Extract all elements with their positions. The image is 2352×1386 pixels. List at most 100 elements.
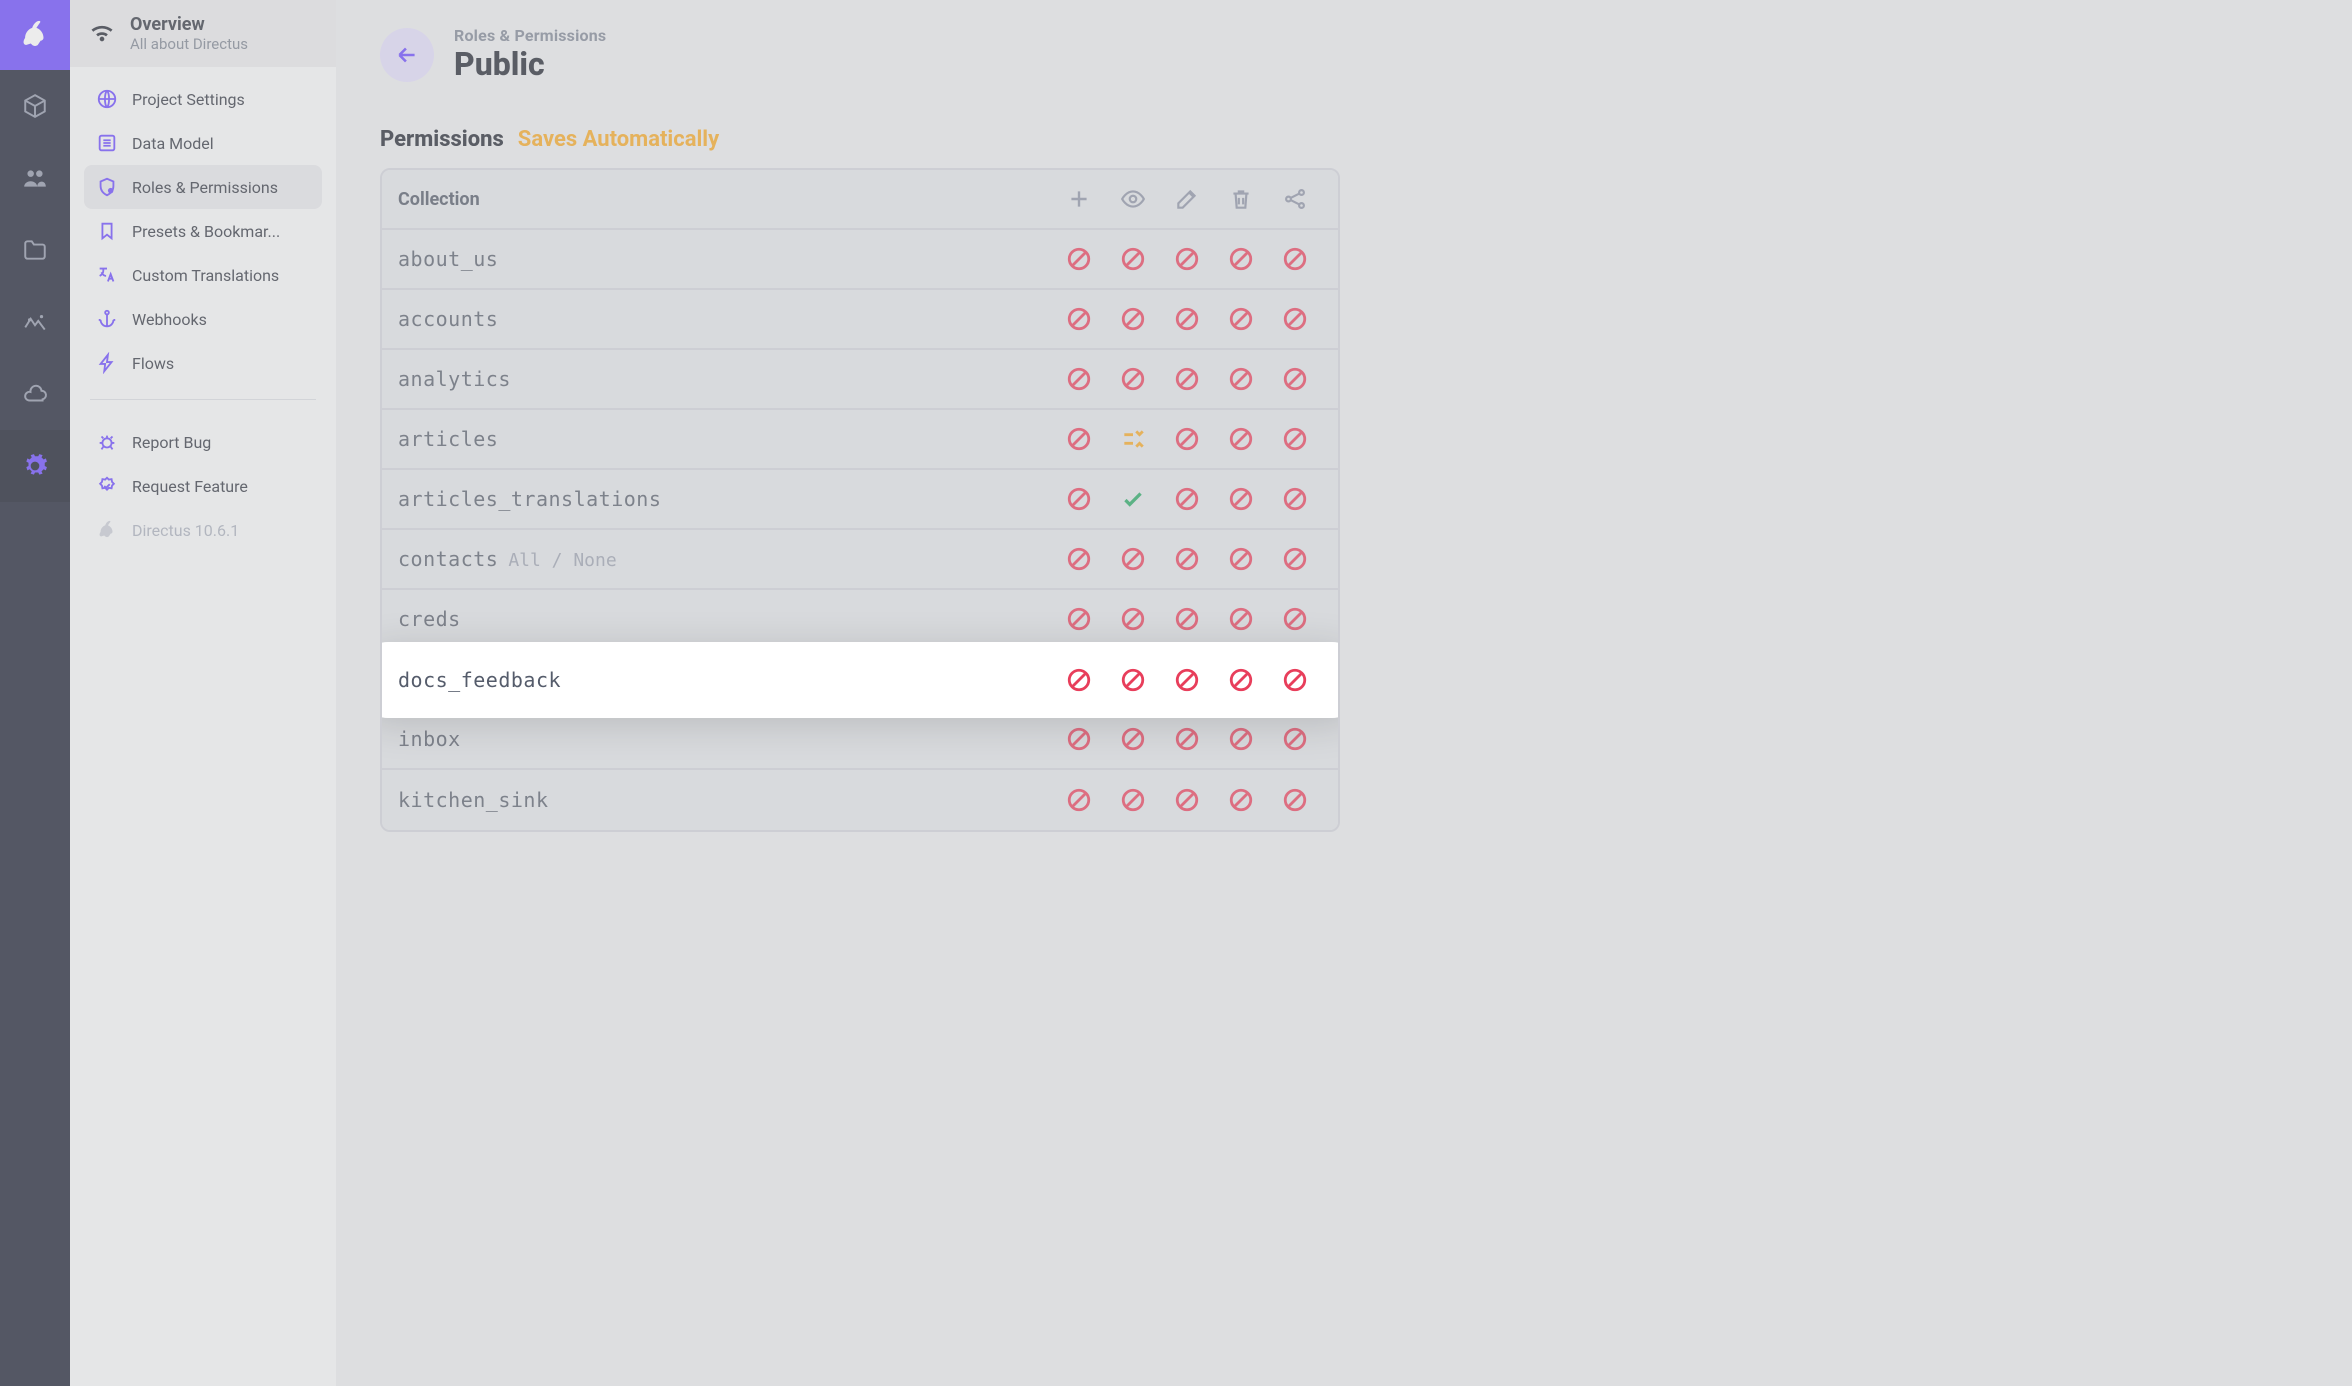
perm-read-deny[interactable] [1106, 592, 1160, 646]
module-files[interactable] [0, 214, 70, 286]
sidebar-item-flows[interactable]: Flows [84, 341, 322, 385]
sidebar-item-report-bug[interactable]: Report Bug [84, 420, 322, 464]
perm-update-deny[interactable] [1160, 532, 1214, 586]
perm-delete-deny[interactable] [1214, 292, 1268, 346]
perm-delete-deny[interactable] [1214, 352, 1268, 406]
perm-update-deny[interactable] [1160, 412, 1214, 466]
sidebar-subtitle: All about Directus [130, 35, 248, 53]
sidebar-item-roles-permissions[interactable]: Roles & Permissions [84, 165, 322, 209]
table-row[interactable]: articles [382, 410, 1338, 470]
perm-update-deny[interactable] [1160, 592, 1214, 646]
perm-delete-deny[interactable] [1214, 653, 1268, 707]
perm-share-deny[interactable] [1268, 532, 1322, 586]
perm-share-deny[interactable] [1268, 592, 1322, 646]
column-read-icon [1106, 172, 1160, 226]
collection-name: inbox [398, 727, 461, 751]
perm-delete-deny[interactable] [1214, 412, 1268, 466]
perm-read-deny[interactable] [1106, 712, 1160, 766]
sidebar-item-label: Presets & Bookmar... [132, 222, 280, 241]
perm-share-deny[interactable] [1268, 653, 1322, 707]
perm-update-deny[interactable] [1160, 712, 1214, 766]
module-cloud[interactable] [0, 358, 70, 430]
table-row[interactable]: kitchen_sink [382, 770, 1338, 830]
perm-delete-deny[interactable] [1214, 232, 1268, 286]
settings-sidebar: Overview All about Directus Project Sett… [70, 0, 336, 1386]
sidebar-title: Overview [130, 14, 248, 35]
main-content: Roles & Permissions Public Permissions S… [336, 0, 2352, 1386]
perm-delete-deny[interactable] [1214, 712, 1268, 766]
module-settings[interactable] [0, 430, 70, 502]
sidebar-item-label: Data Model [132, 134, 214, 153]
collection-name: contacts [398, 547, 498, 571]
perm-create-deny[interactable] [1052, 773, 1106, 827]
perm-update-deny[interactable] [1160, 773, 1214, 827]
sidebar-item-webhooks[interactable]: Webhooks [84, 297, 322, 341]
sidebar-divider [90, 399, 316, 400]
app-logo[interactable] [0, 0, 70, 70]
column-create-icon [1052, 172, 1106, 226]
collection-name: about_us [398, 247, 498, 271]
perm-delete-deny[interactable] [1214, 532, 1268, 586]
sidebar-item-data-model[interactable]: Data Model [84, 121, 322, 165]
perm-create-deny[interactable] [1052, 412, 1106, 466]
table-row[interactable]: contacts All / None [382, 530, 1338, 590]
perm-update-deny[interactable] [1160, 232, 1214, 286]
perm-delete-deny[interactable] [1214, 472, 1268, 526]
table-row[interactable]: accounts [382, 290, 1338, 350]
sidebar-item-label: Request Feature [132, 477, 248, 496]
perm-read-deny[interactable] [1106, 532, 1160, 586]
sidebar-item-request-feature[interactable]: Request Feature [84, 464, 322, 508]
perm-share-deny[interactable] [1268, 232, 1322, 286]
module-content[interactable] [0, 70, 70, 142]
perm-read-deny[interactable] [1106, 232, 1160, 286]
perm-update-deny[interactable] [1160, 352, 1214, 406]
perm-update-deny[interactable] [1160, 292, 1214, 346]
perm-create-deny[interactable] [1052, 232, 1106, 286]
table-row[interactable]: docs_feedback [382, 650, 1338, 710]
section-title: Permissions [380, 127, 504, 152]
perm-read-allow[interactable] [1106, 472, 1160, 526]
perm-create-deny[interactable] [1052, 532, 1106, 586]
back-button[interactable] [380, 28, 434, 82]
table-row[interactable]: articles_translations [382, 470, 1338, 530]
collection-name: kitchen_sink [398, 788, 549, 812]
perm-share-deny[interactable] [1268, 712, 1322, 766]
version-label: Directus 10.6.1 [70, 508, 336, 552]
sidebar-item-label: Report Bug [132, 433, 211, 452]
perm-create-deny[interactable] [1052, 653, 1106, 707]
module-users[interactable] [0, 142, 70, 214]
table-row[interactable]: creds [382, 590, 1338, 650]
sidebar-header[interactable]: Overview All about Directus [70, 0, 336, 67]
perm-read-deny[interactable] [1106, 653, 1160, 707]
perm-share-deny[interactable] [1268, 472, 1322, 526]
perm-update-deny[interactable] [1160, 472, 1214, 526]
column-delete-icon [1214, 172, 1268, 226]
perm-create-deny[interactable] [1052, 712, 1106, 766]
perm-share-deny[interactable] [1268, 773, 1322, 827]
perm-share-deny[interactable] [1268, 292, 1322, 346]
sidebar-item-project-settings[interactable]: Project Settings [84, 77, 322, 121]
perm-create-deny[interactable] [1052, 592, 1106, 646]
table-row[interactable]: about_us [382, 230, 1338, 290]
perm-delete-deny[interactable] [1214, 773, 1268, 827]
table-row[interactable]: analytics [382, 350, 1338, 410]
perm-update-deny[interactable] [1160, 653, 1214, 707]
perm-read-deny[interactable] [1106, 352, 1160, 406]
perm-read-deny[interactable] [1106, 292, 1160, 346]
perm-create-deny[interactable] [1052, 472, 1106, 526]
sidebar-item-label: Flows [132, 354, 174, 373]
module-insights[interactable] [0, 286, 70, 358]
sidebar-item-presets-bookmar-[interactable]: Presets & Bookmar... [84, 209, 322, 253]
perm-read-deny[interactable] [1106, 773, 1160, 827]
sidebar-item-custom-translations[interactable]: Custom Translations [84, 253, 322, 297]
perm-create-deny[interactable] [1052, 292, 1106, 346]
permissions-table: Collection about_usaccountsanalyticsarti… [380, 168, 1340, 832]
row-actions[interactable]: All / None [508, 550, 616, 571]
perm-delete-deny[interactable] [1214, 592, 1268, 646]
perm-create-deny[interactable] [1052, 352, 1106, 406]
table-row[interactable]: inbox [382, 710, 1338, 770]
perm-share-deny[interactable] [1268, 352, 1322, 406]
perm-read-custom[interactable] [1106, 412, 1160, 466]
column-update-icon [1160, 172, 1214, 226]
perm-share-deny[interactable] [1268, 412, 1322, 466]
